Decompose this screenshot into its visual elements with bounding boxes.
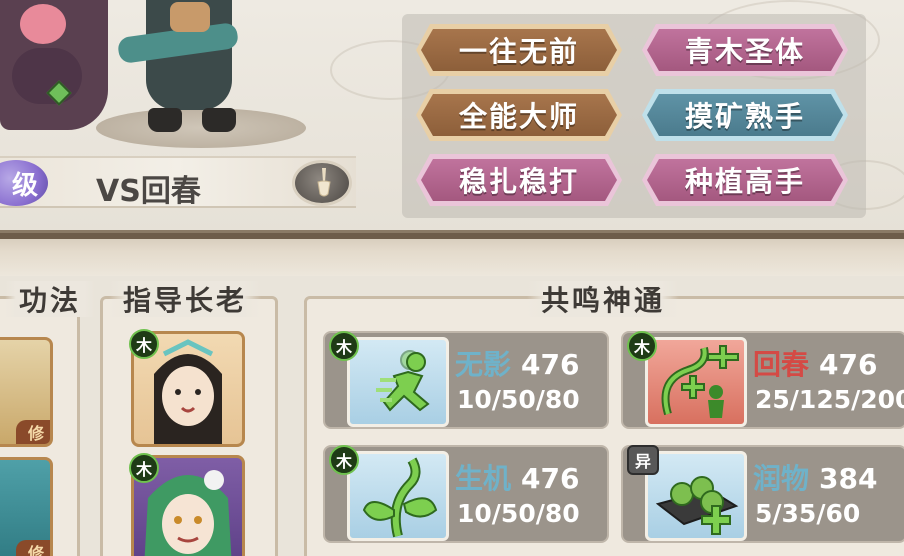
technique-card[interactable]: 修 [0, 337, 53, 447]
resonance-panel: 共鸣神通 木 无影 476 10/50/80 木 回春 476 25/125/2… [304, 281, 904, 556]
trait-tag[interactable]: 摸矿熟手 [642, 89, 848, 141]
skill-name: 润物 [753, 462, 810, 495]
cultivate-badge: 修 [16, 420, 50, 444]
healing-vine-glyph [661, 345, 739, 418]
skill-power: 384 [819, 462, 878, 495]
resonance-skill-card[interactable]: 木 无影 476 10/50/80 [323, 331, 609, 429]
trait-tag-label: 一往无前 [421, 29, 617, 71]
rank-badge-text: 级 [11, 170, 38, 201]
skill-name: 生机 [455, 462, 512, 495]
skills-panel: 功法 修 修 [0, 281, 96, 556]
trait-tag-panel: 一往无前 青木圣体 全能大师 摸矿熟手 稳扎稳打 种植高手 [402, 14, 866, 218]
skill-name: 回春 [753, 348, 810, 381]
trait-tag-label: 摸矿熟手 [647, 94, 843, 136]
pet-face [12, 48, 82, 104]
trait-tag-label: 全能大师 [421, 94, 617, 136]
skill-title: 回春 476 [753, 343, 877, 383]
special-element-badge: 异 [627, 445, 659, 475]
trait-tag-label: 青木圣体 [647, 29, 843, 71]
trait-tag[interactable]: 种植高手 [642, 154, 848, 206]
skill-title: 生机 476 [455, 457, 579, 497]
trait-tag-label: 种植高手 [647, 159, 843, 201]
trait-tag[interactable]: 稳扎稳打 [416, 154, 622, 206]
trait-tag[interactable]: 青木圣体 [642, 24, 848, 76]
wood-element-badge: 木 [129, 329, 159, 359]
trait-tag[interactable]: 全能大师 [416, 89, 622, 141]
skill-power: 476 [819, 348, 878, 381]
resonance-panel-title: 共鸣神通 [527, 281, 680, 317]
opponent-banner: 级 VS回春 [0, 156, 356, 209]
seed-pile-icon [645, 451, 747, 541]
trait-tag-label: 稳扎稳打 [421, 159, 617, 201]
skill-stats: 10/50/80 [457, 499, 580, 528]
mentor-panel-title: 指导长老 [109, 281, 262, 317]
character-sash [170, 2, 210, 32]
cultivate-badge: 修 [16, 540, 50, 556]
wood-frame [0, 233, 904, 239]
skill-power: 476 [521, 348, 580, 381]
character-boot [202, 108, 236, 132]
resonance-skill-card[interactable]: 异 润物 384 5/35/60 [621, 445, 904, 543]
resonance-skill-card[interactable]: 木 回春 476 25/125/200 [621, 331, 904, 429]
opponent-label: VS回春 [96, 174, 201, 209]
brush-button[interactable] [292, 160, 352, 206]
brush-icon [317, 168, 331, 197]
battle-scene: 级 VS回春 一往无前 青木圣体 全能大师 摸矿熟手 稳扎稳打 种植高手 [0, 0, 904, 232]
skill-stats: 5/35/60 [755, 499, 861, 528]
wood-element-badge: 木 [329, 445, 359, 475]
seed-pile-glyph [655, 476, 739, 535]
skill-title: 无影 476 [455, 343, 579, 383]
wood-element-badge: 木 [129, 453, 159, 483]
skill-power: 476 [521, 462, 580, 495]
sprout-icon [347, 451, 449, 541]
resonance-skill-card[interactable]: 木 生机 476 10/50/80 [323, 445, 609, 543]
shadow-runner-glyph [376, 350, 430, 412]
skill-title: 润物 384 [753, 457, 877, 497]
cultivator-character-sprite[interactable] [110, 0, 260, 132]
sprout-glyph [362, 457, 438, 538]
trait-tag[interactable]: 一往无前 [416, 24, 622, 76]
skill-name: 无影 [455, 348, 512, 381]
section-divider [0, 230, 904, 276]
skill-stats: 25/125/200 [755, 385, 904, 414]
companion-pet-sprite[interactable] [0, 0, 108, 130]
rank-badge: 级 [0, 160, 48, 206]
mentor-panel: 指导长老 木 木 [100, 281, 278, 556]
technique-card[interactable]: 修 [0, 457, 53, 556]
character-boot [148, 108, 182, 132]
skill-stats: 10/50/80 [457, 385, 580, 414]
wood-element-badge: 木 [627, 331, 657, 361]
skills-panel-title: 功法 [5, 281, 96, 317]
flower-ornament [20, 4, 66, 44]
healing-vine-icon [645, 337, 747, 427]
wood-element-badge: 木 [329, 331, 359, 361]
shadow-runner-icon [347, 337, 449, 427]
